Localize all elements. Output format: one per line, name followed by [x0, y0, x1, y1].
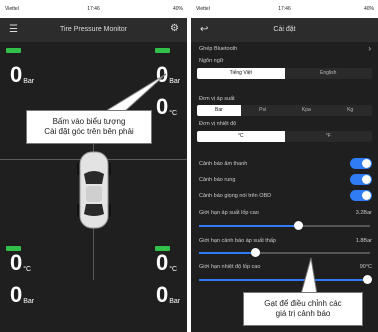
tpms-main-screen: Viettel 17:46 40% ☰ Tire Pressure Monito… — [0, 0, 187, 332]
callout-line: Gạt để điều chỉnh các — [264, 299, 342, 308]
settings-screen: Viettel 17:46 40% ↩ Cài đặt Ghép Bluetoo… — [191, 0, 378, 332]
callout-line: giá trị cảnh báo — [275, 309, 331, 318]
callout-line: Bấm vào biểu tượng — [52, 117, 126, 126]
callout-line: Cài đặt góc trên bên phải — [44, 127, 134, 136]
callout-bubble: Gạt để điều chỉnh các giá trị cảnh báo — [243, 292, 363, 326]
callout-pointer — [300, 257, 318, 295]
callout-pointer — [102, 73, 167, 113]
callout-bubble: Bấm vào biểu tượng Cài đặt góc trên bên … — [26, 110, 152, 144]
